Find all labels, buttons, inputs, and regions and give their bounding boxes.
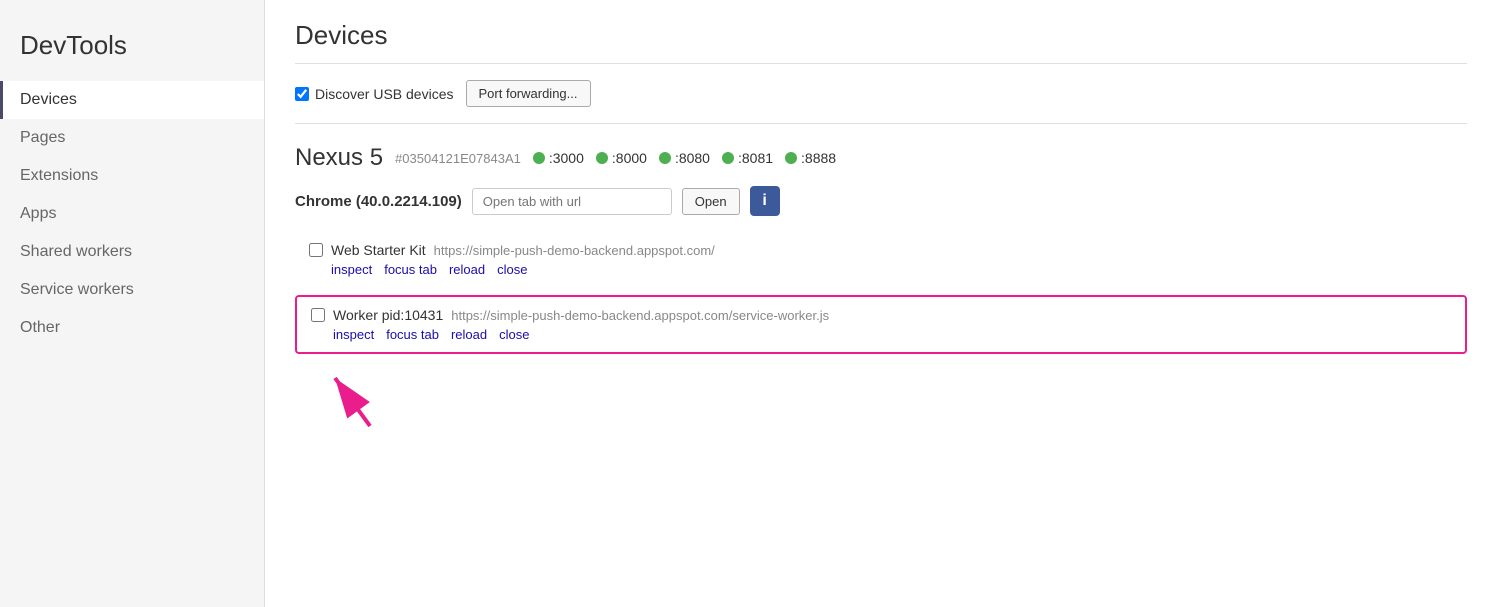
sidebar-item-label: Shared workers xyxy=(20,243,132,260)
open-button[interactable]: Open xyxy=(682,188,740,215)
sidebar-item-devices[interactable]: Devices xyxy=(0,81,264,119)
chrome-row: Chrome (40.0.2214.109) Open i xyxy=(295,186,1467,216)
tab-checkbox-worker-pid[interactable] xyxy=(311,308,325,322)
reload-link-web-starter-kit[interactable]: reload xyxy=(449,262,485,277)
sidebar-item-label: Devices xyxy=(20,91,77,108)
arrow-annotation xyxy=(295,358,1467,418)
port-8081-label: :8081 xyxy=(738,150,773,166)
tab-actions-worker-pid: inspect focus tab reload close xyxy=(311,327,1451,342)
sidebar-item-shared-workers[interactable]: Shared workers xyxy=(0,233,264,271)
green-dot-icon xyxy=(785,152,797,164)
close-link-worker-pid[interactable]: close xyxy=(499,327,529,342)
green-dot-icon xyxy=(533,152,545,164)
sidebar-item-label: Service workers xyxy=(20,281,134,298)
tab-entry-worker-pid: Worker pid:10431 https://simple-push-dem… xyxy=(295,295,1467,354)
app-title: DevTools xyxy=(0,20,264,81)
info-icon-label: i xyxy=(762,192,766,210)
discover-usb-checkbox[interactable] xyxy=(295,87,309,101)
port-8080: :8080 xyxy=(659,150,710,166)
focus-tab-link-worker-pid[interactable]: focus tab xyxy=(386,327,439,342)
tab-url-web-starter-kit: https://simple-push-demo-backend.appspot… xyxy=(434,243,715,258)
tab-title-worker-pid: Worker pid:10431 xyxy=(333,307,443,323)
device-name: Nexus 5 xyxy=(295,144,383,172)
reload-link-worker-pid[interactable]: reload xyxy=(451,327,487,342)
sidebar: DevTools Devices Pages Extensions Apps S… xyxy=(0,0,265,607)
port-8888-label: :8888 xyxy=(801,150,836,166)
port-8080-label: :8080 xyxy=(675,150,710,166)
tab-title-web-starter-kit: Web Starter Kit xyxy=(331,242,426,258)
port-3000-label: :3000 xyxy=(549,150,584,166)
sidebar-item-label: Apps xyxy=(20,205,56,222)
sidebar-item-service-workers[interactable]: Service workers xyxy=(0,271,264,309)
tab-row1: Web Starter Kit https://simple-push-demo… xyxy=(309,242,1453,258)
discover-usb-text: Discover USB devices xyxy=(315,86,454,102)
arrow-svg-icon xyxy=(315,358,395,428)
tab-entry-web-starter-kit: Web Starter Kit https://simple-push-demo… xyxy=(295,232,1467,287)
port-3000: :3000 xyxy=(533,150,584,166)
device-name-row: Nexus 5 #03504121E07843A1 :3000 :8000 :8… xyxy=(295,144,1467,172)
page-title: Devices xyxy=(295,20,1467,64)
tab-checkbox-web-starter-kit[interactable] xyxy=(309,243,323,257)
info-icon[interactable]: i xyxy=(750,186,780,216)
close-link-web-starter-kit[interactable]: close xyxy=(497,262,527,277)
sidebar-item-extensions[interactable]: Extensions xyxy=(0,157,264,195)
port-8081: :8081 xyxy=(722,150,773,166)
inspect-link-web-starter-kit[interactable]: inspect xyxy=(331,262,372,277)
device-id: #03504121E07843A1 xyxy=(395,151,521,166)
sidebar-item-label: Pages xyxy=(20,129,65,146)
main-content: Devices Discover USB devices Port forwar… xyxy=(265,0,1497,607)
focus-tab-link-web-starter-kit[interactable]: focus tab xyxy=(384,262,437,277)
port-8000-label: :8000 xyxy=(612,150,647,166)
tab-url-worker-pid: https://simple-push-demo-backend.appspot… xyxy=(451,308,829,323)
toolbar-row: Discover USB devices Port forwarding... xyxy=(295,80,1467,124)
chrome-label: Chrome (40.0.2214.109) xyxy=(295,193,462,210)
sidebar-item-other[interactable]: Other xyxy=(0,309,264,347)
green-dot-icon xyxy=(659,152,671,164)
port-forwarding-button[interactable]: Port forwarding... xyxy=(466,80,591,107)
green-dot-icon xyxy=(722,152,734,164)
green-dot-icon xyxy=(596,152,608,164)
tab-actions-web-starter-kit: inspect focus tab reload close xyxy=(309,262,1453,277)
sidebar-item-apps[interactable]: Apps xyxy=(0,195,264,233)
port-8000: :8000 xyxy=(596,150,647,166)
sidebar-item-label: Other xyxy=(20,319,60,336)
sidebar-item-label: Extensions xyxy=(20,167,98,184)
open-tab-url-input[interactable] xyxy=(472,188,672,215)
tab-row1-worker: Worker pid:10431 https://simple-push-dem… xyxy=(311,307,1451,323)
port-8888: :8888 xyxy=(785,150,836,166)
sidebar-item-pages[interactable]: Pages xyxy=(0,119,264,157)
inspect-link-worker-pid[interactable]: inspect xyxy=(333,327,374,342)
discover-usb-label[interactable]: Discover USB devices xyxy=(295,86,454,102)
